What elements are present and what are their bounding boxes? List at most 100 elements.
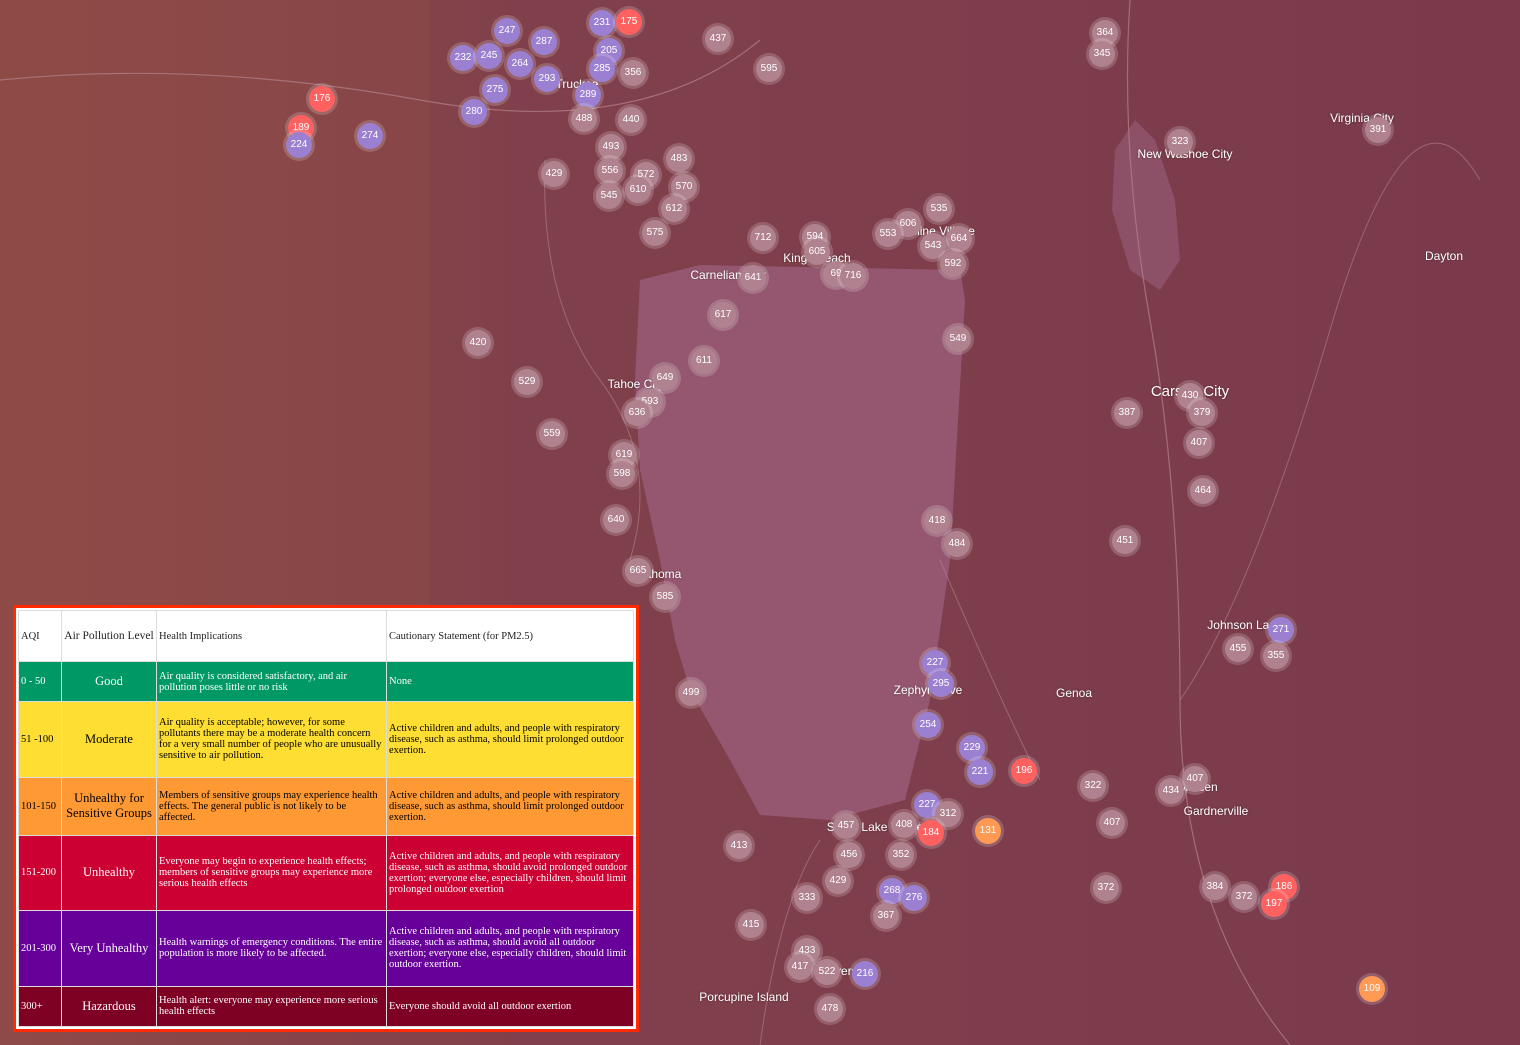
aqi-marker[interactable]: 109 bbox=[1359, 976, 1385, 1002]
aqi-marker[interactable]: 196 bbox=[1011, 758, 1037, 784]
aqi-marker[interactable]: 293 bbox=[534, 66, 560, 92]
aqi-marker[interactable]: 372 bbox=[1231, 884, 1257, 910]
aqi-marker[interactable]: 420 bbox=[465, 330, 491, 356]
aqi-marker[interactable]: 323 bbox=[1167, 129, 1193, 155]
aqi-marker[interactable]: 275 bbox=[482, 77, 508, 103]
aqi-marker[interactable]: 232 bbox=[450, 45, 476, 71]
aqi-marker[interactable]: 289 bbox=[575, 82, 601, 108]
aqi-marker[interactable]: 641 bbox=[740, 265, 766, 291]
aqi-marker[interactable]: 429 bbox=[541, 161, 567, 187]
legend-level: Unhealthy for Sensitive Groups bbox=[61, 776, 157, 836]
aqi-marker[interactable]: 605 bbox=[804, 239, 830, 265]
aqi-marker[interactable]: 131 bbox=[975, 818, 1001, 844]
aqi-marker[interactable]: 176 bbox=[309, 86, 335, 112]
aqi-marker[interactable]: 247 bbox=[494, 18, 520, 44]
aqi-marker[interactable]: 367 bbox=[873, 903, 899, 929]
aqi-marker[interactable]: 231 bbox=[589, 10, 615, 36]
aqi-marker[interactable]: 345 bbox=[1089, 41, 1115, 67]
aqi-legend-table: AQI Air Pollution Level Health Implicati… bbox=[18, 610, 634, 1028]
legend-health: Health alert: everyone may experience mo… bbox=[156, 985, 387, 1028]
aqi-marker[interactable]: 221 bbox=[967, 759, 993, 785]
aqi-marker[interactable]: 640 bbox=[603, 507, 629, 533]
legend-range: 51 -100 bbox=[18, 701, 62, 778]
aqi-marker[interactable]: 712 bbox=[750, 225, 776, 251]
aqi-marker[interactable]: 665 bbox=[625, 558, 651, 584]
aqi-marker[interactable]: 610 bbox=[625, 177, 651, 203]
aqi-marker[interactable]: 457 bbox=[833, 813, 859, 839]
aqi-marker[interactable]: 408 bbox=[891, 812, 917, 838]
aqi-marker[interactable]: 271 bbox=[1268, 617, 1294, 643]
aqi-marker[interactable]: 333 bbox=[794, 885, 820, 911]
aqi-marker[interactable]: 553 bbox=[875, 221, 901, 247]
aqi-marker[interactable]: 522 bbox=[814, 959, 840, 985]
aqi-marker[interactable]: 535 bbox=[926, 196, 952, 222]
aqi-marker[interactable]: 549 bbox=[945, 326, 971, 352]
aqi-marker[interactable]: 484 bbox=[944, 531, 970, 557]
aqi-marker[interactable]: 280 bbox=[461, 99, 487, 125]
aqi-marker[interactable]: 434 bbox=[1158, 778, 1184, 804]
aqi-marker[interactable]: 216 bbox=[852, 961, 878, 987]
aqi-marker[interactable]: 254 bbox=[915, 712, 941, 738]
aqi-marker[interactable]: 295 bbox=[928, 671, 954, 697]
aqi-marker[interactable]: 407 bbox=[1182, 766, 1208, 792]
aqi-marker[interactable]: 322 bbox=[1080, 773, 1106, 799]
aqi-marker[interactable]: 415 bbox=[738, 912, 764, 938]
aqi-marker[interactable]: 455 bbox=[1225, 636, 1251, 662]
map-tint-left bbox=[0, 0, 430, 620]
aqi-marker[interactable]: 356 bbox=[620, 60, 646, 86]
aqi-marker[interactable]: 664 bbox=[946, 226, 972, 252]
aqi-marker[interactable]: 384 bbox=[1202, 874, 1228, 900]
legend-header-row: AQI Air Pollution Level Health Implicati… bbox=[18, 610, 634, 662]
aqi-marker[interactable]: 372 bbox=[1093, 875, 1119, 901]
aqi-marker[interactable]: 245 bbox=[476, 43, 502, 69]
aqi-marker[interactable]: 184 bbox=[918, 820, 944, 846]
aqi-marker[interactable]: 229 bbox=[959, 735, 985, 761]
aqi-marker[interactable]: 483 bbox=[666, 146, 692, 172]
aqi-marker[interactable]: 387 bbox=[1114, 400, 1140, 426]
aqi-marker[interactable]: 478 bbox=[817, 996, 843, 1022]
aqi-marker[interactable]: 592 bbox=[940, 251, 966, 277]
aqi-marker[interactable]: 456 bbox=[836, 842, 862, 868]
aqi-marker[interactable]: 556 bbox=[597, 158, 623, 184]
aqi-marker[interactable]: 612 bbox=[661, 196, 687, 222]
aqi-marker[interactable]: 437 bbox=[705, 26, 731, 52]
aqi-marker[interactable]: 464 bbox=[1190, 478, 1216, 504]
aqi-marker[interactable]: 224 bbox=[286, 132, 312, 158]
aqi-marker[interactable]: 197 bbox=[1261, 891, 1287, 917]
aqi-marker[interactable]: 352 bbox=[888, 842, 914, 868]
aqi-marker[interactable]: 585 bbox=[652, 584, 678, 610]
aqi-marker[interactable]: 451 bbox=[1112, 528, 1138, 554]
aqi-marker[interactable]: 595 bbox=[756, 56, 782, 82]
aqi-marker[interactable]: 611 bbox=[691, 348, 717, 374]
aqi-marker[interactable]: 417 bbox=[787, 954, 813, 980]
aqi-marker[interactable]: 285 bbox=[589, 56, 615, 82]
aqi-marker[interactable]: 355 bbox=[1263, 643, 1289, 669]
aqi-marker[interactable]: 529 bbox=[514, 369, 540, 395]
aqi-marker[interactable]: 499 bbox=[678, 680, 704, 706]
aqi-marker[interactable]: 175 bbox=[616, 9, 642, 35]
aqi-marker[interactable]: 429 bbox=[825, 868, 851, 894]
aqi-marker[interactable]: 379 bbox=[1189, 400, 1215, 426]
legend-range: 0 - 50 bbox=[18, 660, 62, 703]
aqi-marker[interactable]: 493 bbox=[598, 134, 624, 160]
aqi-marker[interactable]: 407 bbox=[1099, 810, 1125, 836]
aqi-marker[interactable]: 274 bbox=[357, 123, 383, 149]
aqi-marker[interactable]: 649 bbox=[652, 365, 678, 391]
aqi-marker[interactable]: 598 bbox=[609, 461, 635, 487]
aqi-marker[interactable]: 287 bbox=[531, 29, 557, 55]
aqi-marker[interactable]: 264 bbox=[507, 51, 533, 77]
aqi-marker[interactable]: 440 bbox=[618, 107, 644, 133]
aqi-marker[interactable]: 575 bbox=[642, 220, 668, 246]
place-label: Gardnerville bbox=[1183, 804, 1249, 818]
aqi-marker[interactable]: 413 bbox=[726, 833, 752, 859]
aqi-marker[interactable]: 488 bbox=[571, 106, 597, 132]
aqi-marker[interactable]: 716 bbox=[840, 263, 866, 289]
aqi-marker[interactable]: 407 bbox=[1186, 430, 1212, 456]
aqi-marker[interactable]: 559 bbox=[539, 421, 565, 447]
aqi-marker[interactable]: 545 bbox=[596, 183, 622, 209]
aqi-marker[interactable]: 391 bbox=[1365, 117, 1391, 143]
aqi-marker[interactable]: 418 bbox=[924, 508, 950, 534]
aqi-marker[interactable]: 276 bbox=[901, 885, 927, 911]
aqi-marker[interactable]: 636 bbox=[624, 400, 650, 426]
aqi-marker[interactable]: 617 bbox=[710, 302, 736, 328]
